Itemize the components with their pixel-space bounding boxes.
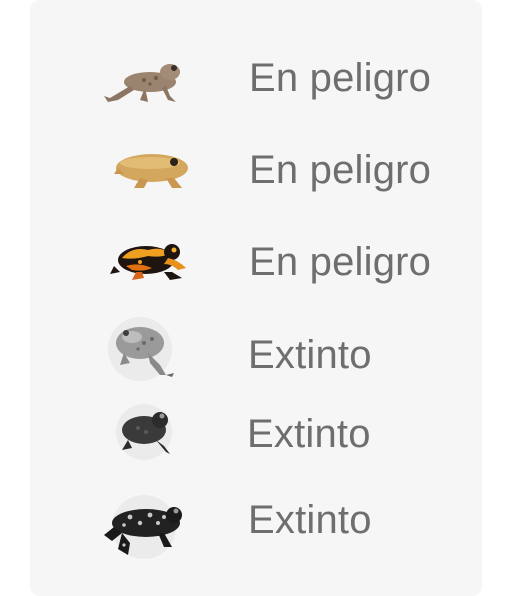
dark-toad-icon bbox=[110, 402, 206, 472]
tan-frog-icon bbox=[110, 136, 206, 206]
status-label: En peligro bbox=[249, 240, 432, 284]
status-label: En peligro bbox=[249, 148, 432, 192]
list-item: Extinto bbox=[30, 487, 482, 567]
list-item: Extinto bbox=[30, 313, 482, 393]
status-label: Extinto bbox=[248, 333, 372, 377]
status-label: Extinto bbox=[247, 412, 371, 456]
spotted-black-toad-icon bbox=[100, 493, 196, 563]
status-label: En peligro bbox=[249, 56, 432, 100]
list-item: En peligro bbox=[30, 38, 482, 118]
list-item: Extinto bbox=[30, 398, 482, 478]
harlequin-frog-icon bbox=[108, 228, 204, 298]
grey-toad-icon bbox=[104, 313, 200, 383]
list-item: En peligro bbox=[30, 130, 482, 210]
brown-frog-icon bbox=[100, 42, 196, 112]
species-status-card: En peligro En peligro En peligro Extinto… bbox=[30, 0, 482, 596]
list-item: En peligro bbox=[30, 222, 482, 302]
status-label: Extinto bbox=[248, 498, 372, 542]
